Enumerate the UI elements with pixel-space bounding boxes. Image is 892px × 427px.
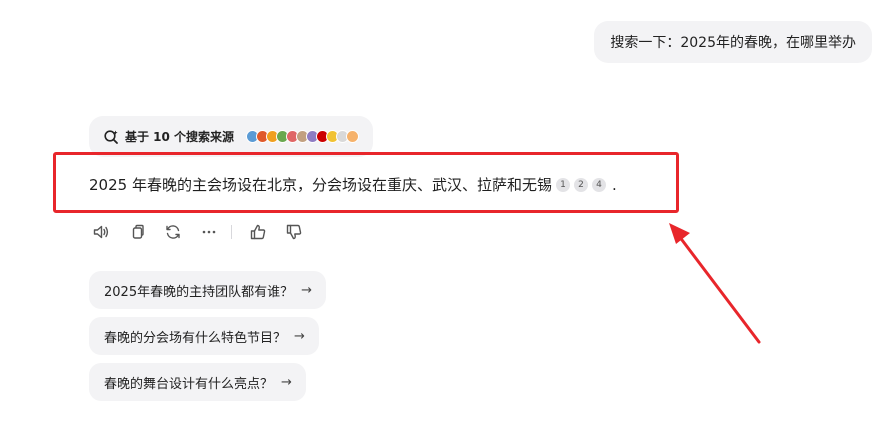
answer-text: 2025 年春晚的主会场设在北京，分会场设在重庆、武汉、拉萨和无锡 bbox=[89, 176, 552, 194]
read-aloud-button[interactable] bbox=[91, 222, 111, 242]
speaker-icon bbox=[93, 225, 109, 239]
suggestion-chip[interactable]: 春晚的舞台设计有什么亮点？ → bbox=[89, 363, 306, 401]
suggestion-label: 春晚的分会场有什么特色节目？ bbox=[104, 330, 287, 346]
dislike-button[interactable] bbox=[284, 222, 304, 242]
answer-paragraph: 2025 年春晚的主会场设在北京，分会场设在重庆、武汉、拉萨和无锡 1 2 4 … bbox=[89, 174, 617, 195]
thumbs-up-icon bbox=[250, 224, 266, 240]
arrow-right-icon: → bbox=[281, 374, 292, 390]
user-message-bubble: 搜索一下：2025年的春晚，在哪里举办 bbox=[594, 21, 872, 63]
citation-badge[interactable]: 4 bbox=[591, 177, 606, 192]
arrow-right-icon: → bbox=[301, 282, 312, 298]
citation-badge[interactable]: 2 bbox=[573, 177, 588, 192]
regenerate-icon bbox=[166, 225, 180, 239]
suggestion-chip[interactable]: 2025年春晚的主持团队都有谁？ → bbox=[89, 271, 326, 309]
regenerate-button[interactable] bbox=[163, 222, 183, 242]
source-favicons bbox=[246, 130, 360, 143]
answer-end: . bbox=[611, 175, 617, 194]
suggestion-label: 春晚的舞台设计有什么亮点？ bbox=[104, 376, 274, 392]
more-icon bbox=[202, 230, 216, 234]
arrow-right-icon: → bbox=[294, 328, 305, 344]
thumbs-down-icon bbox=[286, 224, 302, 240]
source-favicon-icon bbox=[346, 130, 360, 143]
search-sparkle-icon bbox=[103, 129, 119, 145]
citation-badge[interactable]: 1 bbox=[555, 177, 570, 192]
sources-button[interactable]: 基于 10 个搜索来源 bbox=[89, 116, 374, 157]
suggestion-chip[interactable]: 春晚的分会场有什么特色节目？ → bbox=[89, 317, 319, 355]
message-actions bbox=[91, 222, 320, 242]
more-button[interactable] bbox=[199, 222, 219, 242]
copy-icon bbox=[132, 224, 144, 239]
copy-button[interactable] bbox=[127, 222, 147, 242]
actions-divider bbox=[231, 225, 232, 239]
sources-label: 基于 10 个搜索来源 bbox=[125, 130, 235, 144]
user-message-text: 搜索一下：2025年的春晚，在哪里举办 bbox=[610, 35, 856, 51]
suggestion-label: 2025年春晚的主持团队都有谁？ bbox=[104, 284, 294, 300]
like-button[interactable] bbox=[248, 222, 268, 242]
